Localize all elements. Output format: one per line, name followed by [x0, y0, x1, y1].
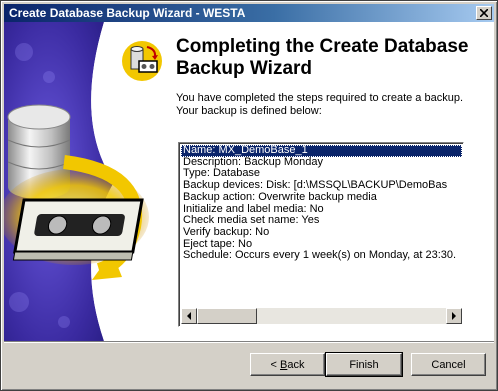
heading-line-2: Backup Wizard: [176, 58, 313, 79]
arrow-right-icon: [452, 312, 456, 320]
wizard-window: Create Database Backup Wizard - WESTA Co…: [0, 0, 498, 391]
close-button[interactable]: [476, 6, 492, 20]
scroll-right-button[interactable]: [446, 308, 462, 324]
back-button-prefix: <: [270, 358, 277, 371]
back-button[interactable]: < Back: [250, 353, 325, 376]
title-bar[interactable]: Create Database Backup Wizard - WESTA: [4, 4, 494, 22]
horizontal-scrollbar[interactable]: [181, 308, 462, 324]
finish-button[interactable]: Finish: [325, 352, 403, 377]
summary-line-name: Name: MX_DemoBase_1: [181, 145, 462, 157]
window-title: Create Database Backup Wizard - WESTA: [9, 6, 246, 20]
scrollbar-thumb[interactable]: [197, 308, 257, 324]
summary-line-backup-action: Backup action: Overwrite backup media: [183, 190, 377, 203]
arrow-left-icon: [187, 312, 191, 320]
page-description: You have completed the steps required to…: [176, 92, 476, 118]
summary-text-area[interactable]: Name: MX_DemoBase_1 Description: Backup …: [181, 145, 462, 308]
cancel-button[interactable]: Cancel: [411, 353, 486, 376]
summary-line-verify-backup: Verify backup: No: [183, 225, 270, 238]
back-button-label: ack: [287, 358, 305, 371]
footer-separator: [4, 341, 494, 343]
summary-line-schedule: Schedule: Occurs every 1 week(s) on Mond…: [183, 249, 457, 262]
scroll-left-button[interactable]: [181, 308, 197, 324]
database-backup-icon: [122, 41, 162, 81]
description-line-1: You have completed the steps required to…: [176, 92, 464, 104]
close-icon: [480, 9, 488, 17]
back-button-mnemonic: B: [280, 358, 288, 371]
wizard-content: Completing the Create Database Backup Wi…: [4, 22, 494, 341]
page-heading: Completing the Create Database Backup Wi…: [176, 36, 476, 80]
backup-summary-textbox[interactable]: Name: MX_DemoBase_1 Description: Backup …: [178, 142, 464, 327]
heading-line-1: Completing the Create Database: [176, 36, 469, 57]
description-line-2: Your backup is defined below:: [176, 105, 322, 117]
